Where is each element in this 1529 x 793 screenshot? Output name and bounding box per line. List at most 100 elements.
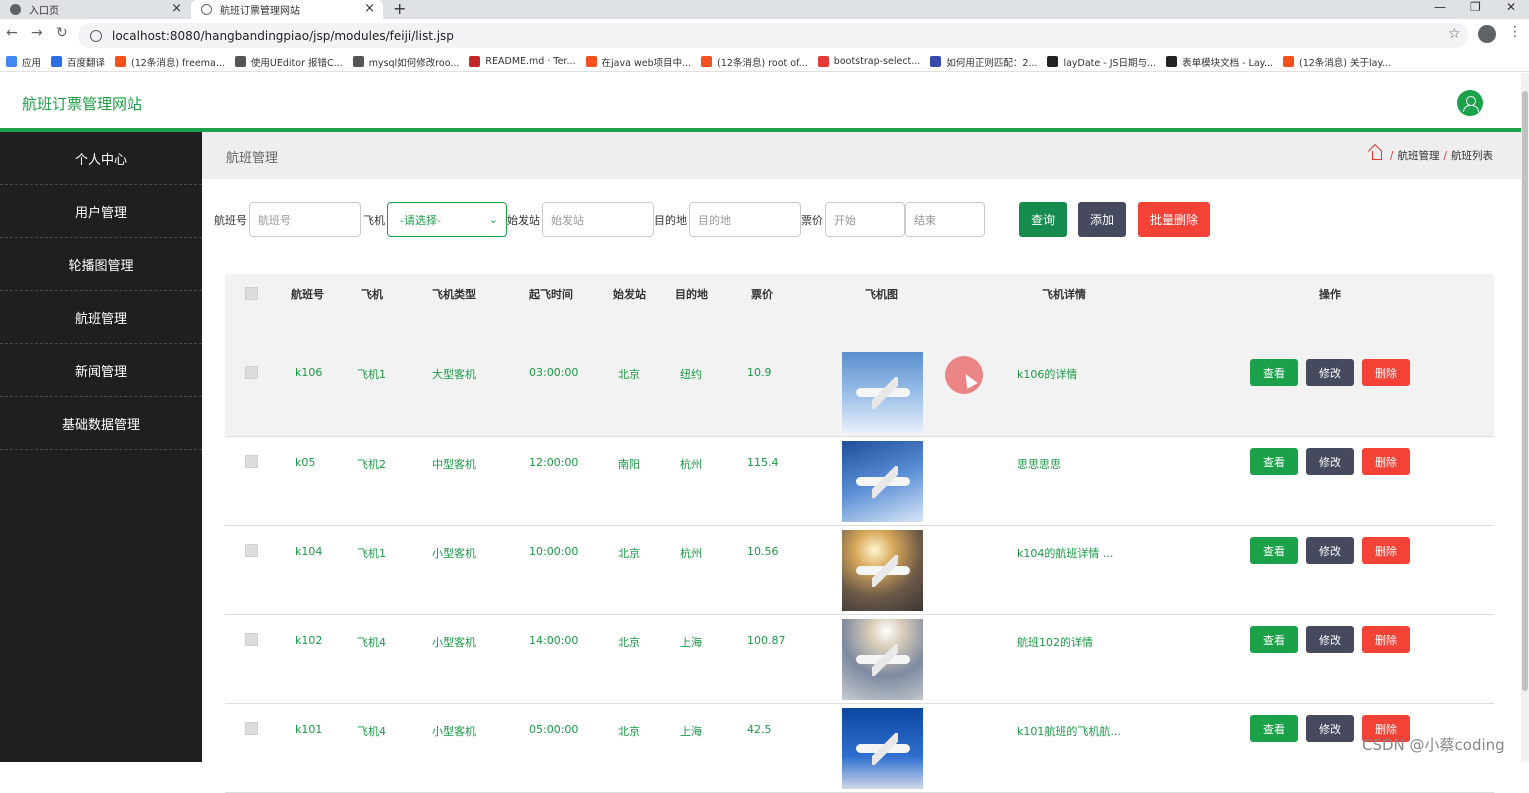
browser-tab[interactable]: 入口页 × — [0, 0, 190, 19]
close-window-icon[interactable]: ✕ — [1506, 0, 1516, 14]
new-tab-button[interactable]: + — [393, 0, 406, 18]
bookmark-icon — [585, 56, 597, 67]
tab-close-icon[interactable]: × — [364, 1, 375, 16]
bookmark-item[interactable]: 百度翻译 — [51, 55, 105, 69]
view-button[interactable]: 查看 — [1250, 448, 1298, 475]
watermark: CSDN @小蔡coding — [1362, 736, 1505, 754]
bookmark-icon — [6, 56, 17, 67]
cell-dest: 上海 — [680, 636, 702, 649]
breadcrumb-item[interactable]: 航班管理 — [1397, 148, 1439, 163]
home-icon[interactable] — [1371, 151, 1382, 160]
user-icon[interactable] — [1457, 90, 1483, 116]
select-all-checkbox[interactable] — [245, 287, 258, 300]
sidebar-item-users[interactable]: 用户管理 — [0, 185, 202, 238]
flight-no-label: 航班号 — [214, 213, 247, 227]
sidebar-item-flights[interactable]: 航班管理 — [0, 291, 202, 344]
scrollbar-thumb[interactable] — [1522, 91, 1528, 691]
row-checkbox[interactable] — [245, 722, 258, 735]
profile-icon[interactable] — [1478, 25, 1496, 43]
bookmark-label: mysql如何修改roo... — [368, 57, 460, 69]
cell-type: 小型客机 — [432, 547, 476, 560]
cell-price: 115.4 — [747, 456, 779, 469]
forward-icon[interactable]: → — [31, 25, 43, 41]
edit-button[interactable]: 修改 — [1306, 448, 1354, 475]
view-button[interactable]: 查看 — [1250, 537, 1298, 564]
url-field[interactable]: localhost:8080/hangbandingpiao/jsp/modul… — [78, 23, 1468, 48]
price-end-input[interactable]: 结束 — [905, 202, 985, 237]
destination-input[interactable]: 目的地 — [689, 202, 801, 237]
edit-button[interactable]: 修改 — [1306, 626, 1354, 653]
reload-icon[interactable]: ↻ — [56, 25, 68, 41]
bookmark-item[interactable]: 使用UEditor 报错C... — [234, 55, 343, 69]
edit-button[interactable]: 修改 — [1306, 537, 1354, 564]
view-button[interactable]: 查看 — [1250, 359, 1298, 386]
plane-select[interactable]: -请选择- ⌄ — [387, 202, 507, 237]
origin-input[interactable]: 始发站 — [542, 202, 654, 237]
bookmark-item[interactable]: (12条消息) 关于lay... — [1283, 55, 1391, 69]
sidebar-item-basic-data[interactable]: 基础数据管理 — [0, 397, 202, 450]
plane-image — [842, 441, 923, 522]
price-start-input[interactable]: 开始 — [825, 202, 905, 237]
tab-title: 入口页 — [29, 6, 59, 17]
bookmark-item[interactable]: README.md · Ter... — [469, 56, 576, 67]
delete-button[interactable]: 删除 — [1362, 359, 1410, 386]
bookmark-item[interactable]: bootstrap-select... — [817, 56, 920, 67]
delete-button[interactable]: 删除 — [1362, 626, 1410, 653]
tab-close-icon[interactable]: × — [171, 1, 182, 16]
row-checkbox[interactable] — [245, 633, 258, 646]
bookmark-item[interactable]: mysql如何修改roo... — [352, 55, 460, 69]
search-button[interactable]: 查询 — [1019, 202, 1067, 237]
delete-button[interactable]: 删除 — [1362, 448, 1410, 475]
view-button[interactable]: 查看 — [1250, 626, 1298, 653]
batch-delete-button[interactable]: 批量删除 — [1138, 202, 1210, 237]
minimize-icon[interactable]: — — [1434, 0, 1446, 14]
back-icon[interactable]: ← — [6, 25, 18, 41]
cell-price: 100.87 — [747, 634, 786, 647]
cell-price: 10.9 — [747, 366, 772, 379]
bookmark-label: 表单模块文档 - Lay... — [1182, 57, 1274, 69]
flight-no-input[interactable]: 航班号 — [249, 202, 361, 237]
browser-tab-active[interactable]: 航班订票管理网站 × — [191, 0, 383, 19]
origin-label: 始发站 — [507, 213, 540, 227]
restore-icon[interactable]: ❐ — [1470, 0, 1481, 14]
bookmark-icon — [51, 56, 63, 67]
info-icon — [90, 29, 102, 42]
bookmark-label: 百度翻译 — [67, 57, 106, 69]
bookmark-item[interactable]: 表单模块文档 - Lay... — [1166, 55, 1273, 69]
cell-time: 10:00:00 — [529, 545, 579, 558]
page-scrollbar[interactable] — [1521, 73, 1529, 762]
bookmark-label: README.md · Ter... — [485, 56, 576, 67]
plane-select-value: -请选择- — [400, 213, 441, 227]
breadcrumb-bar: 航班管理 / 航班管理 / 航班列表 — [202, 132, 1521, 179]
cell-dest: 杭州 — [680, 547, 702, 560]
sidebar-item-profile[interactable]: 个人中心 — [0, 132, 202, 185]
delete-button[interactable]: 删除 — [1362, 537, 1410, 564]
bookmark-label: (12条消息) freema... — [131, 57, 225, 69]
browser-tabstrip: 入口页 × 航班订票管理网站 × + — ❐ ✕ — [0, 0, 1529, 19]
cell-plane: 飞机4 — [357, 636, 386, 649]
sidebar-item-carousel[interactable]: 轮播图管理 — [0, 238, 202, 291]
bookmark-item[interactable]: layDate - JS日期与... — [1047, 55, 1156, 69]
row-checkbox[interactable] — [245, 455, 258, 468]
col-header: 票价 — [751, 288, 773, 301]
col-header: 飞机详情 — [1042, 288, 1086, 301]
bookmark-item[interactable]: (12条消息) root of... — [701, 55, 808, 69]
cell-detail: k104的航班详情 ... — [1017, 547, 1114, 560]
edit-button[interactable]: 修改 — [1306, 359, 1354, 386]
bookmark-item[interactable]: (12条消息) freema... — [115, 55, 225, 69]
view-button[interactable]: 查看 — [1250, 715, 1298, 742]
row-checkbox[interactable] — [245, 544, 258, 557]
star-icon[interactable]: ☆ — [1448, 26, 1461, 42]
row-checkbox[interactable] — [245, 366, 258, 379]
bookmarks-bar: 应用 百度翻译 (12条消息) freema... 使用UEditor 报错C... m… — [0, 52, 1529, 72]
bookmark-item[interactable]: 应用 — [6, 55, 41, 69]
add-button[interactable]: 添加 — [1078, 202, 1126, 237]
bookmark-item[interactable]: 在java web项目中... — [585, 55, 691, 69]
sidebar-item-news[interactable]: 新闻管理 — [0, 344, 202, 397]
edit-button[interactable]: 修改 — [1306, 715, 1354, 742]
bookmark-icon — [115, 56, 127, 67]
menu-icon[interactable]: ⋮ — [1508, 24, 1522, 40]
price-label: 票价 — [801, 213, 823, 227]
bookmark-item[interactable]: 如何用正则匹配：2... — [930, 55, 1037, 69]
cell-plane: 飞机1 — [357, 368, 386, 381]
